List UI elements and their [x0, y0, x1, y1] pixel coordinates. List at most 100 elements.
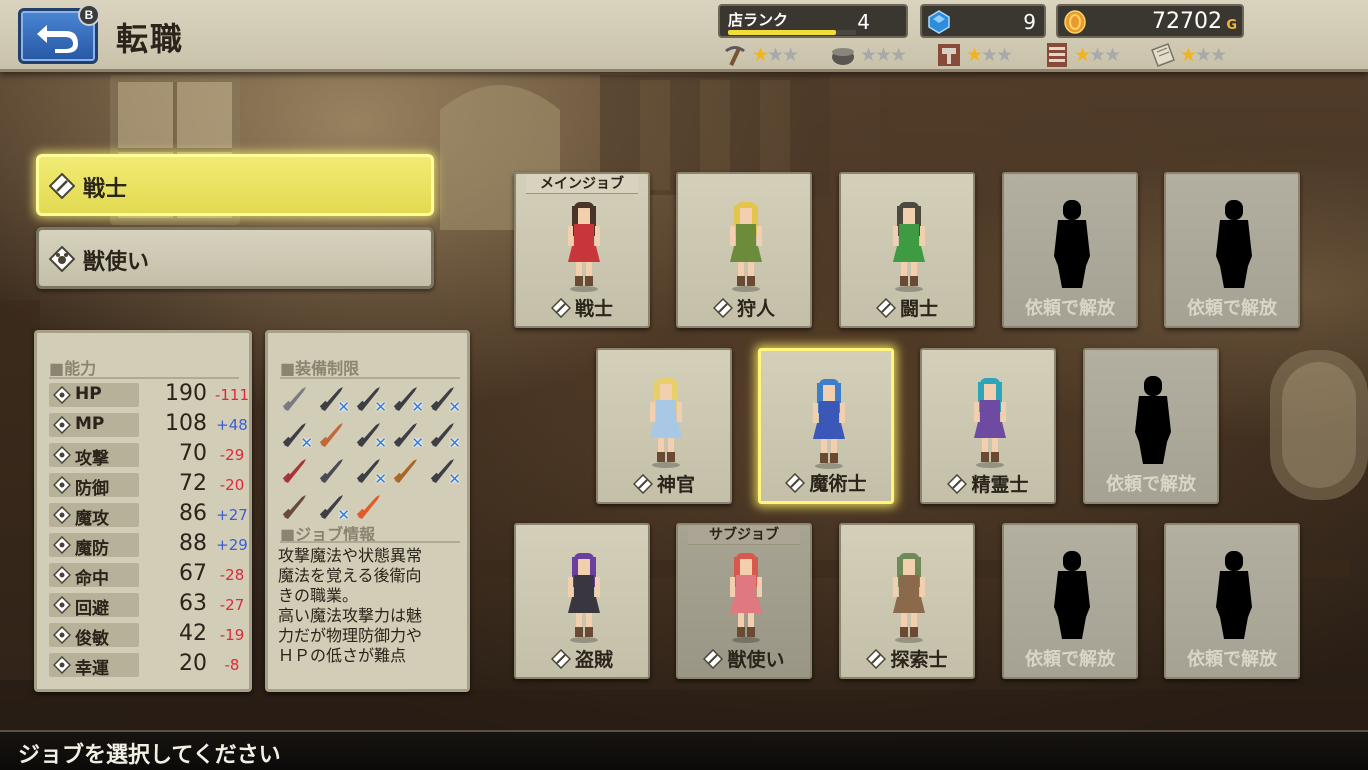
stat-value: 67	[179, 561, 207, 586]
stat-name: 攻撃	[75, 449, 109, 469]
stat-name: 命中	[75, 569, 109, 589]
job-card-name: 依頼で解放	[1085, 470, 1217, 496]
stat-name: 防御	[75, 479, 109, 499]
star-icon: ★	[1104, 44, 1121, 66]
stat-icon	[53, 536, 71, 554]
stat-delta: -27	[219, 596, 245, 614]
blocked-icon: ✕	[411, 434, 424, 452]
job-list-label: 獣使い	[83, 250, 150, 275]
blocked-icon: ✕	[411, 398, 424, 416]
job-card[interactable]: 盗賊	[514, 523, 650, 679]
shop-rank-value: 4	[857, 10, 870, 34]
job-name: 戦士	[574, 298, 613, 320]
job-card-name: 戦士	[516, 294, 648, 320]
stat-icon	[53, 656, 71, 674]
job-card-name: 精霊士	[922, 470, 1054, 496]
pot-icon	[832, 48, 854, 65]
stat-name: 魔防	[75, 539, 109, 559]
ability-panel: ■能力 HP 190 -111 MP 108 +48 攻撃 70 -29 防御 72 -20 魔攻 86 +…	[34, 330, 252, 692]
stat-label: 命中	[49, 563, 139, 589]
stat-value: 86	[179, 501, 207, 526]
helmet-icon: ✕	[354, 455, 387, 488]
job-card-name: 獣使い	[678, 645, 810, 671]
job-list-item-warrior[interactable]: 戦士	[36, 154, 434, 216]
equipment-panel: ■装備制限 ✕ ✕ ✕ ✕ ✕ ✕ ✕ ✕ ✕ ✕ ✕ ■ジョブ情報 攻撃魔法や状態異常 魔法を覚え…	[265, 330, 470, 692]
bow-icon	[712, 298, 733, 318]
star-icon: ★	[890, 44, 907, 66]
robe-icon: ✕	[317, 491, 350, 524]
stat-label: 回避	[49, 593, 139, 619]
rank-stars: ★★★	[1180, 43, 1227, 67]
stat-label: 魔防	[49, 533, 139, 559]
job-name: 依頼で解放	[1187, 298, 1277, 319]
job-name: 狩人	[736, 298, 775, 320]
hat-icon	[317, 455, 347, 485]
star-icon: ★	[1195, 44, 1212, 66]
blocked-icon: ✕	[374, 398, 387, 416]
job-name: 神官	[656, 474, 695, 496]
job-card-locked[interactable]: 依頼で解放	[1164, 523, 1300, 679]
job-card-locked[interactable]: 依頼で解放	[1002, 523, 1138, 679]
star-icon: ★	[782, 44, 799, 66]
armor-icon: ✕	[428, 455, 461, 488]
job-card[interactable]: 探索士	[839, 523, 975, 679]
stat-row: 防御 72 -20	[49, 471, 249, 499]
job-card[interactable]: 魔術士	[758, 348, 894, 504]
job-card-locked[interactable]: 依頼で解放	[1083, 348, 1219, 504]
ability-header: ■能力	[49, 359, 97, 378]
stat-label: 幸運	[49, 653, 139, 679]
coin-icon	[1064, 10, 1086, 34]
explore-icon	[866, 649, 887, 669]
job-card-name: 依頼で解放	[1004, 645, 1136, 671]
character-sprite	[813, 379, 845, 469]
stat-value: 190	[165, 381, 207, 406]
job-card-name: 探索士	[841, 645, 973, 671]
blocked-icon: ✕	[448, 398, 461, 416]
job-role-tag: サブジョブ	[688, 525, 800, 545]
sword-icon	[550, 298, 571, 318]
hammer-icon	[938, 44, 960, 66]
job-card[interactable]: 精霊士	[920, 348, 1056, 504]
stat-icon	[53, 446, 71, 464]
stat-name: 魔攻	[75, 509, 109, 529]
star-icon: ★	[996, 44, 1013, 66]
return-arrow-icon	[37, 25, 78, 53]
blocked-icon: ✕	[374, 470, 387, 488]
character-sprite	[974, 378, 1006, 468]
spirit-icon	[947, 474, 968, 494]
job-card-locked[interactable]: 依頼で解放	[1002, 172, 1138, 328]
beast-icon	[49, 246, 75, 272]
stat-row: HP 190 -111	[49, 381, 249, 409]
stat-row: 回避 63 -27	[49, 591, 249, 619]
character-sprite	[730, 202, 762, 292]
stat-value: 88	[179, 531, 207, 556]
sword-icon	[280, 383, 310, 413]
bag-icon	[391, 455, 421, 485]
star-icon: ★	[767, 44, 784, 66]
stat-name: HP	[75, 384, 102, 404]
stat-name: 回避	[75, 599, 109, 619]
stat-icon	[53, 416, 71, 434]
job-list-item-beast-tamer[interactable]: 獣使い	[36, 227, 434, 289]
job-card[interactable]: 狩人	[676, 172, 812, 328]
job-card[interactable]: 神官	[596, 348, 732, 504]
divider	[49, 377, 239, 379]
boots-icon	[280, 491, 310, 521]
job-card[interactable]: サブジョブ 獣使い	[676, 523, 812, 679]
job-name: 盗賊	[574, 649, 613, 671]
stat-name: 俊敏	[75, 629, 109, 649]
job-role-tag: メインジョブ	[526, 174, 638, 194]
ring-icon	[354, 491, 384, 521]
job-name: 探索士	[890, 649, 948, 671]
job-card[interactable]: メインジョブ戦士	[514, 172, 650, 328]
locked-silhouette	[1216, 200, 1252, 288]
blocked-icon: ✕	[300, 434, 313, 452]
job-card-locked[interactable]: 依頼で解放	[1164, 172, 1300, 328]
stat-name: 幸運	[75, 659, 109, 679]
job-card-name: 依頼で解放	[1004, 294, 1136, 320]
job-card[interactable]: 闘士	[839, 172, 975, 328]
axe-icon: ✕	[354, 383, 387, 416]
gold-unit: G	[1226, 18, 1237, 33]
stat-row: 魔防 88 +29	[49, 531, 249, 559]
stat-value: 20	[179, 651, 207, 676]
